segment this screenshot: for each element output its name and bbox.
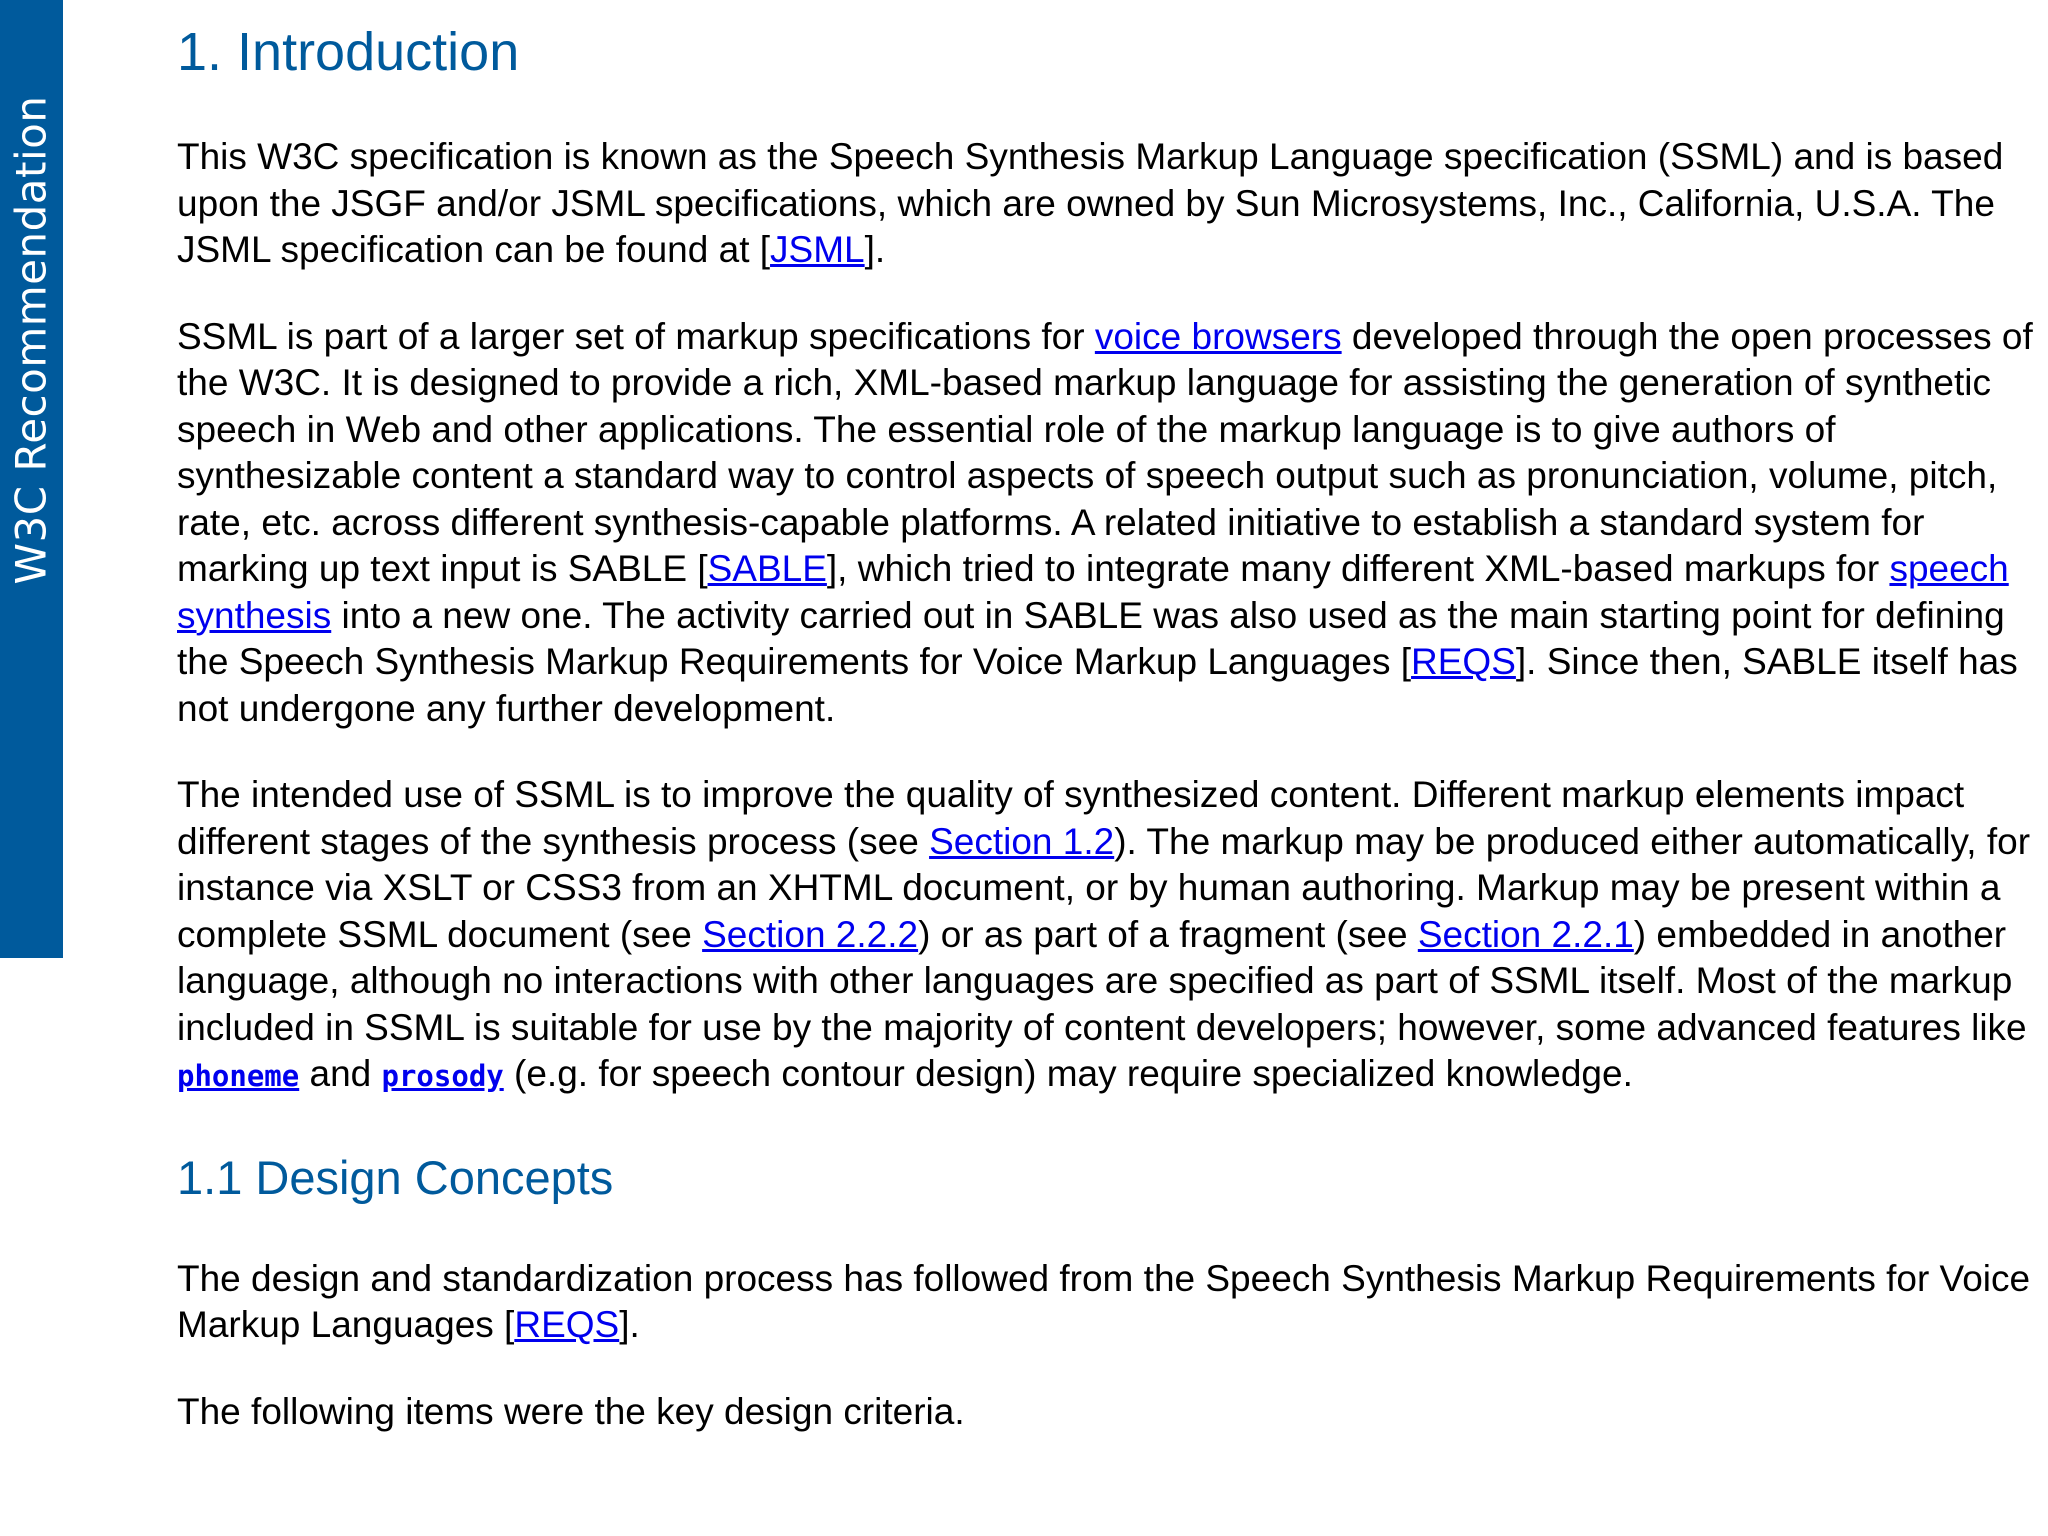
- link-prosody[interactable]: prosody: [382, 1053, 504, 1094]
- text: ], which tried to integrate many differe…: [826, 548, 1890, 589]
- link-section-1-2[interactable]: Section 1.2: [929, 821, 1114, 862]
- section-heading-design-concepts: 1.1 Design Concepts: [177, 1150, 614, 1204]
- prosody-element-name: prosody: [381, 1059, 504, 1093]
- link-phoneme[interactable]: phoneme: [177, 1053, 299, 1094]
- link-jsml[interactable]: JSML: [770, 229, 865, 270]
- w3c-recommendation-banner: W3C Recommendation: [0, 0, 63, 958]
- text: This W3C specification is known as the S…: [177, 136, 2004, 270]
- link-sable[interactable]: SABLE: [708, 548, 827, 589]
- link-reqs[interactable]: REQS: [1411, 641, 1516, 682]
- intro-paragraph-2: SSML is part of a larger set of markup s…: [177, 314, 2037, 733]
- section-heading-introduction: 1. Introduction: [177, 22, 520, 82]
- text: SSML is part of a larger set of markup s…: [177, 315, 1095, 357]
- design-paragraph-1: The design and standardization process h…: [177, 1256, 2037, 1349]
- text: and: [299, 1053, 382, 1094]
- intro-paragraph-1: This W3C specification is known as the S…: [177, 134, 2037, 274]
- text: (e.g. for speech contour design) may req…: [503, 1053, 1633, 1094]
- text: The design and standardization process h…: [177, 1257, 2031, 1346]
- link-reqs[interactable]: REQS: [514, 1304, 619, 1345]
- text: ].: [864, 229, 886, 270]
- document-content: 1. Introduction This W3C specification i…: [177, 0, 2037, 1475]
- text: ].: [619, 1304, 640, 1345]
- link-voice-browsers[interactable]: voice browsers: [1095, 316, 1342, 357]
- banner-label: W3C Recommendation: [6, 95, 56, 585]
- phoneme-element-name: phoneme: [177, 1059, 300, 1093]
- text: ) or as part of a fragment (see: [918, 913, 1418, 955]
- intro-paragraph-3: The intended use of SSML is to improve t…: [177, 772, 2037, 1100]
- design-paragraph-2: The following items were the key design …: [177, 1390, 965, 1432]
- link-section-2-2-2[interactable]: Section 2.2.2: [702, 914, 918, 955]
- link-section-2-2-1[interactable]: Section 2.2.1: [1418, 914, 1634, 955]
